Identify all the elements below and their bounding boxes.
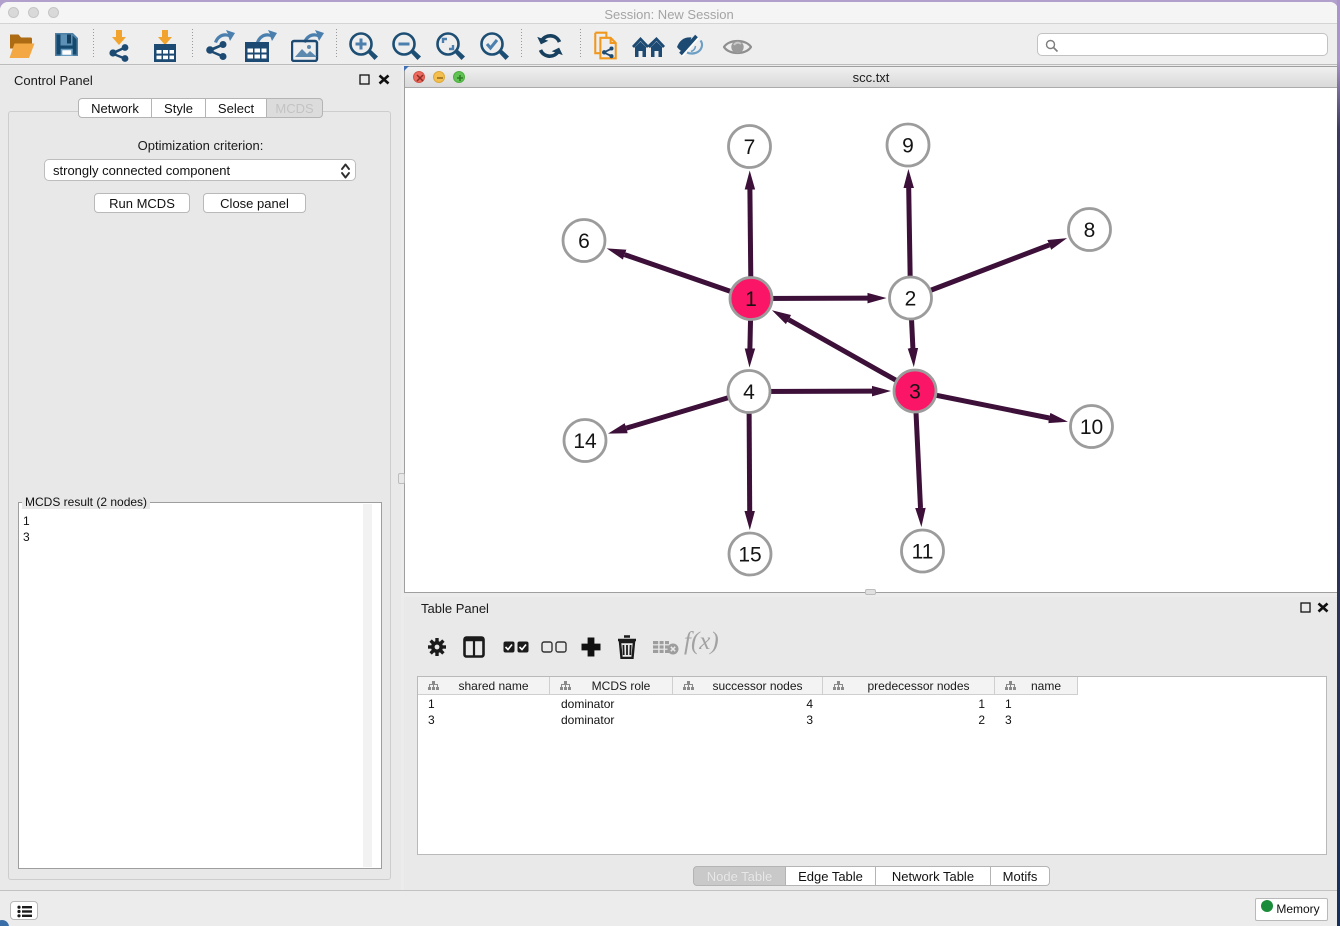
svg-text:15: 15 xyxy=(738,544,761,567)
svg-text:1: 1 xyxy=(745,288,757,311)
svg-text:3: 3 xyxy=(909,381,921,404)
svg-text:11: 11 xyxy=(912,541,934,564)
svg-text:6: 6 xyxy=(578,230,590,253)
svg-text:14: 14 xyxy=(573,430,597,453)
svg-text:4: 4 xyxy=(743,381,755,404)
svg-text:2: 2 xyxy=(905,288,917,311)
svg-text:8: 8 xyxy=(1084,219,1096,242)
svg-text:7: 7 xyxy=(744,136,756,159)
svg-text:10: 10 xyxy=(1080,416,1103,439)
svg-text:9: 9 xyxy=(902,135,914,158)
